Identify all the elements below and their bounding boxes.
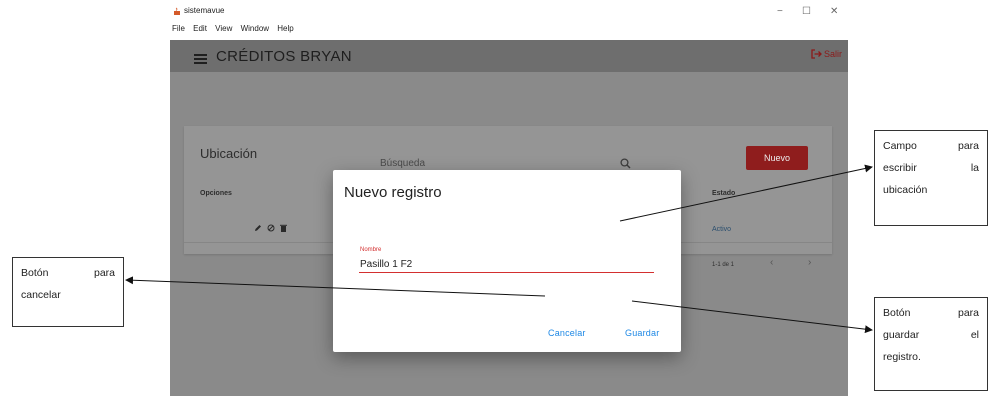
arrow-to-cancel-callout bbox=[125, 276, 546, 297]
arrow-to-save-callout bbox=[631, 300, 873, 334]
annotation-arrows bbox=[125, 164, 873, 334]
arrow-to-field-callout bbox=[619, 164, 873, 222]
